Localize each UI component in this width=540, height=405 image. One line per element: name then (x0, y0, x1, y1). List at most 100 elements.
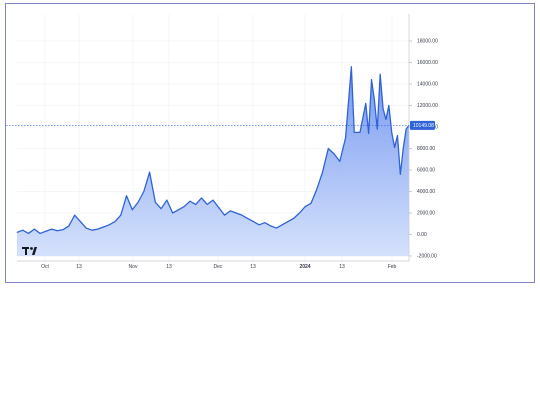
y-tick-label: 2000.00 (417, 211, 435, 217)
data-point (189, 200, 191, 202)
x-tick-label: Nov (129, 264, 138, 270)
x-tick-label: Feb (388, 264, 397, 270)
data-point (28, 233, 29, 234)
data-point (258, 224, 260, 226)
x-tick-label: 2024 (299, 264, 310, 270)
data-point (51, 228, 52, 230)
area-chart[interactable]: Oct 13 Nov 13 Dec 13 2024 13 Feb 18000.00 16000.0… (6, 4, 534, 282)
data-point (264, 222, 266, 224)
data-point (376, 128, 378, 130)
data-point (368, 133, 370, 134)
data-point (103, 226, 104, 228)
series-area (17, 66, 409, 256)
data-point (178, 209, 179, 211)
data-point (45, 230, 47, 232)
data-point (229, 210, 231, 212)
area-fill (17, 66, 409, 256)
data-point (143, 191, 145, 192)
data-point (287, 221, 289, 223)
data-point (350, 66, 352, 68)
data-point (183, 206, 185, 207)
data-point (195, 204, 197, 205)
data-point (379, 73, 381, 75)
data-point (149, 171, 150, 173)
x-tick-label: 13 (76, 264, 82, 270)
data-point (359, 131, 361, 133)
last-value-label: 10149.08 (413, 123, 434, 129)
data-point (172, 212, 174, 214)
y-tick-label: 4000.00 (417, 189, 435, 195)
data-point (402, 148, 404, 149)
x-tick-label: 13 (250, 264, 256, 270)
data-point (201, 197, 202, 199)
data-point (91, 229, 93, 231)
data-point (160, 208, 162, 210)
data-point (80, 221, 81, 223)
data-point (397, 135, 398, 137)
x-axis-ticks: Oct 13 Nov 13 Dec 13 2024 13 Feb (41, 264, 396, 270)
data-point (108, 224, 110, 226)
y-tick-label: 18000.00 (417, 39, 438, 45)
data-point (218, 207, 220, 209)
data-point (85, 227, 87, 229)
data-point (212, 199, 214, 201)
data-point (322, 171, 323, 173)
data-point (405, 128, 407, 130)
data-point (33, 228, 35, 230)
data-point (316, 188, 318, 190)
chart-frame: Oct 13 Nov 13 Dec 13 2024 13 Feb 18000.00 16000.0… (5, 3, 535, 283)
data-point (247, 217, 248, 219)
y-tick-label: 16000.00 (417, 60, 438, 66)
data-point (235, 212, 237, 214)
y-tick-label: 12000.00 (417, 103, 438, 109)
data-point (365, 102, 367, 104)
y-tick-label: 0.00 (417, 232, 427, 238)
y-tick-label: 8000.00 (417, 146, 435, 152)
data-point (241, 214, 243, 216)
data-point (120, 214, 122, 216)
data-point (388, 105, 390, 106)
data-point (62, 229, 64, 231)
data-point (391, 131, 393, 133)
data-point (131, 209, 133, 211)
data-point (327, 148, 329, 149)
x-tick-label: Dec (214, 264, 223, 270)
data-point (371, 79, 372, 81)
data-point (252, 221, 254, 223)
y-tick-label: -2000.00 (417, 254, 437, 260)
data-point (293, 217, 295, 219)
data-point (137, 201, 139, 203)
x-tick-label: 13 (339, 264, 345, 270)
data-point (97, 228, 99, 230)
data-point (374, 99, 375, 101)
data-point (68, 225, 70, 227)
data-point (39, 233, 41, 234)
data-point (206, 204, 208, 205)
data-point (310, 202, 312, 204)
data-point (353, 131, 355, 133)
data-point (22, 229, 24, 231)
data-point (126, 195, 127, 197)
data-point (74, 214, 76, 216)
data-point (154, 201, 156, 203)
x-tick-label: 13 (166, 264, 172, 270)
data-point (276, 227, 277, 229)
x-tick-label: Oct (41, 264, 49, 270)
data-point (281, 224, 283, 226)
data-point (399, 173, 401, 175)
data-point (16, 231, 18, 233)
y-tick-label: 14000.00 (417, 82, 438, 88)
data-point (339, 161, 341, 162)
data-point (270, 225, 272, 227)
data-point (382, 108, 384, 110)
data-point (304, 206, 306, 207)
y-axis-ticks: 18000.0016000.0014000.0012000.0010000.00… (409, 39, 438, 260)
data-point (114, 221, 116, 223)
data-point (333, 153, 335, 155)
data-point (56, 230, 58, 232)
data-point (224, 214, 225, 216)
data-point (385, 119, 387, 120)
y-tick-label: 6000.00 (417, 168, 435, 174)
data-point (166, 199, 168, 201)
data-point (299, 212, 300, 214)
